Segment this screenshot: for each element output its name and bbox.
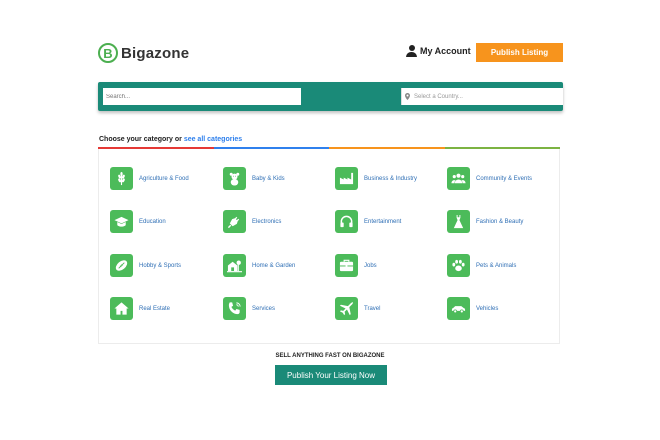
category-panel: Agriculture & Food Baby & Kids Business … [98, 149, 560, 344]
category-community-events[interactable]: Community & Events [447, 167, 532, 190]
category-services[interactable]: Services [223, 297, 275, 320]
country-select[interactable]: Select a Country... [401, 88, 563, 105]
category-jobs[interactable]: Jobs [335, 254, 377, 277]
football-icon [110, 254, 133, 277]
category-home-garden[interactable]: Home & Garden [223, 254, 295, 277]
category-travel[interactable]: Travel [335, 297, 380, 320]
sell-tagline: SELL ANYTHING FAST ON BIGAZONE [275, 353, 385, 359]
category-baby-kids[interactable]: Baby & Kids [223, 167, 285, 190]
category-label: Electronics [252, 218, 282, 225]
category-label: Services [252, 305, 276, 312]
phone-icon [223, 297, 246, 320]
category-label: Travel [364, 305, 381, 312]
category-agriculture-food[interactable]: Agriculture & Food [110, 167, 189, 190]
category-real-estate[interactable]: Real Estate [110, 297, 170, 320]
category-label: Pets & Animals [476, 262, 517, 269]
category-label: Hobby & Sports [139, 262, 182, 269]
logo-text: Bigazone [121, 44, 190, 62]
airplane-icon [335, 297, 358, 320]
garden-house-icon [223, 254, 246, 277]
briefcase-icon [335, 254, 358, 277]
category-heading: Choose your category or see all categori… [99, 136, 242, 143]
headphones-icon [335, 210, 358, 233]
people-group-icon [447, 167, 470, 190]
house-icon [110, 297, 133, 320]
category-label: Business & Industry [364, 175, 418, 182]
factory-icon [335, 167, 358, 190]
car-icon [447, 297, 470, 320]
see-all-categories-link[interactable]: see all categories [184, 136, 242, 143]
category-vehicles[interactable]: Vehicles [447, 297, 498, 320]
category-label: Entertainment [364, 218, 402, 225]
category-label: Community & Events [476, 175, 533, 182]
category-label: Home & Garden [252, 262, 296, 269]
publish-your-listing-button[interactable]: Publish Your Listing Now [275, 365, 387, 385]
category-label: Jobs [364, 262, 377, 269]
category-hobby-sports[interactable]: Hobby & Sports [110, 254, 181, 277]
publish-listing-button[interactable]: Publish Listing [476, 43, 563, 62]
category-label: Real Estate [139, 305, 171, 312]
category-label: Vehicles [476, 305, 499, 312]
wheat-icon [110, 167, 133, 190]
site-logo[interactable]: B Bigazone [98, 43, 189, 63]
my-account-link[interactable]: My Account [406, 45, 471, 57]
graduation-cap-icon [110, 210, 133, 233]
location-pin-icon [405, 93, 410, 100]
plug-icon [223, 210, 246, 233]
user-icon [406, 45, 417, 57]
category-label: Baby & Kids [252, 175, 285, 182]
my-account-label: My Account [420, 46, 471, 56]
search-button-label: Search [617, 91, 650, 102]
search-bar: Select a Country... Search [98, 82, 657, 111]
teddy-bear-icon [223, 167, 246, 190]
category-label: Agriculture & Food [139, 175, 189, 182]
category-label: Education [139, 218, 166, 225]
category-entertainment[interactable]: Entertainment [335, 210, 401, 233]
category-heading-text: Choose your category or [99, 136, 182, 143]
category-label: Fashion & Beauty [476, 218, 524, 225]
category-business-industry[interactable]: Business & Industry [335, 167, 417, 190]
search-input[interactable] [103, 88, 301, 105]
category-pets-animals[interactable]: Pets & Animals [447, 254, 516, 277]
country-placeholder: Select a Country... [414, 93, 463, 100]
logo-badge: B [98, 43, 118, 63]
category-fashion-beauty[interactable]: Fashion & Beauty [447, 210, 523, 233]
search-icon [600, 91, 612, 103]
category-education[interactable]: Education [110, 210, 166, 233]
paw-icon [447, 254, 470, 277]
category-electronics[interactable]: Electronics [223, 210, 281, 233]
search-button[interactable]: Search [592, 86, 657, 107]
dress-icon [447, 210, 470, 233]
